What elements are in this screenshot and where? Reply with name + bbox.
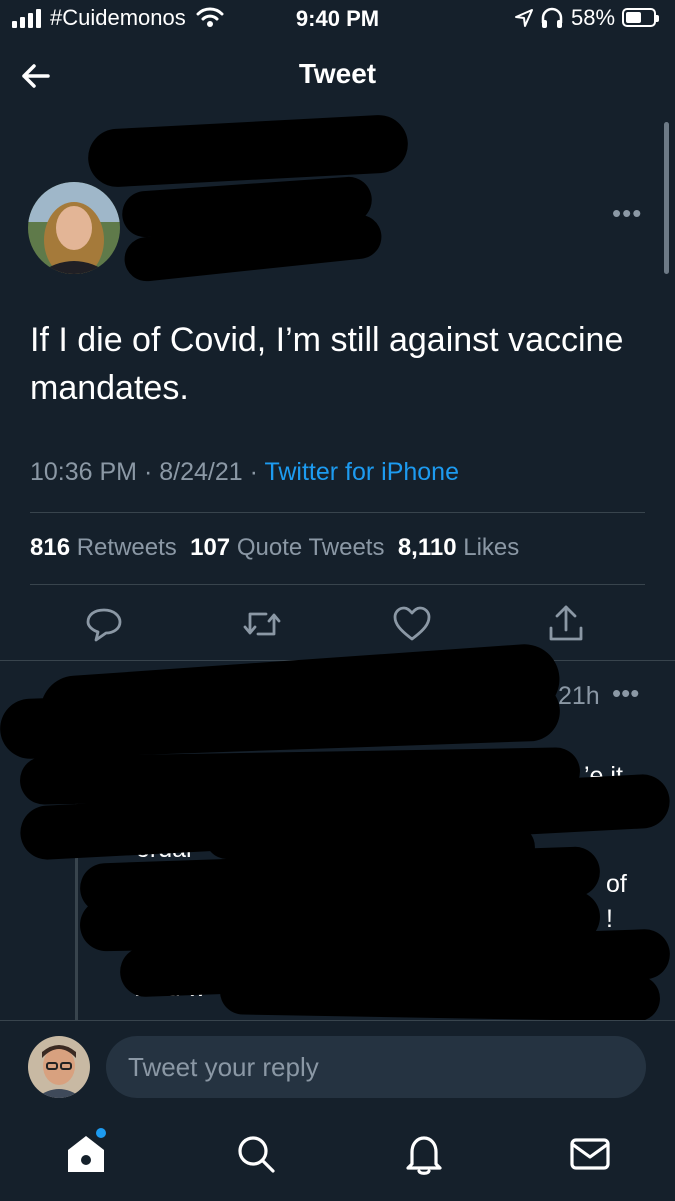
status-bar: #Cuidemonos 9:40 PM 58% [0,0,675,40]
tweet-time: 10:36 PM [30,458,138,486]
like-icon [393,606,431,641]
tweet-source-link[interactable]: Twitter for iPhone [264,458,459,486]
divider [30,512,645,513]
notifications-icon [406,1136,442,1175]
tweet-meta: 10:36 PM · 8/24/21 · Twitter for iPhone [30,458,459,487]
tweet-text: If I die of Covid, I’m still against vac… [30,321,624,407]
reply-icon [86,608,122,642]
location-icon [515,9,533,27]
notifications-button[interactable] [400,1130,448,1178]
headphones-icon [541,7,563,28]
reply-text-fragment: of [606,870,627,898]
redacted-retweet-context [86,113,410,189]
reply-more-button[interactable]: ••• [612,678,639,709]
share-icon [549,605,583,641]
meta-separator: · [249,458,258,486]
home-notification-dot [96,1128,106,1138]
battery-percentage: 58% [571,5,616,30]
redaction-scribble [219,968,661,1022]
divider [30,584,645,585]
battery-icon [622,8,659,27]
page-title: Tweet [298,58,377,89]
scrollbar[interactable] [664,122,669,274]
reply-input[interactable] [106,1036,646,1098]
author-avatar[interactable] [28,182,120,274]
quote-tweets-stat[interactable]: 107 Quote Tweets [190,534,384,561]
messages-icon [570,1138,610,1170]
messages-button[interactable] [566,1130,614,1178]
battery-level [626,12,641,23]
retweet-button[interactable] [240,602,284,646]
tweet-more-button[interactable]: ••• [612,198,642,229]
search-button[interactable] [232,1130,280,1178]
search-icon [238,1136,275,1173]
tweet-date: 8/24/21 [159,458,243,486]
reply-time: 21h [558,682,600,710]
likes-stat[interactable]: 8,110 Likes [398,534,519,561]
like-button[interactable] [390,602,434,646]
home-icon [68,1136,104,1172]
retweet-icon [243,612,281,636]
retweets-stat[interactable]: 816 Retweets [30,534,177,561]
user-avatar[interactable] [28,1036,90,1098]
tweet-stats: 816 Retweets 107 Quote Tweets 8,110 Like… [30,534,519,562]
meta-separator: · [143,458,153,486]
share-button[interactable] [544,602,588,646]
reply-button[interactable] [82,602,126,646]
